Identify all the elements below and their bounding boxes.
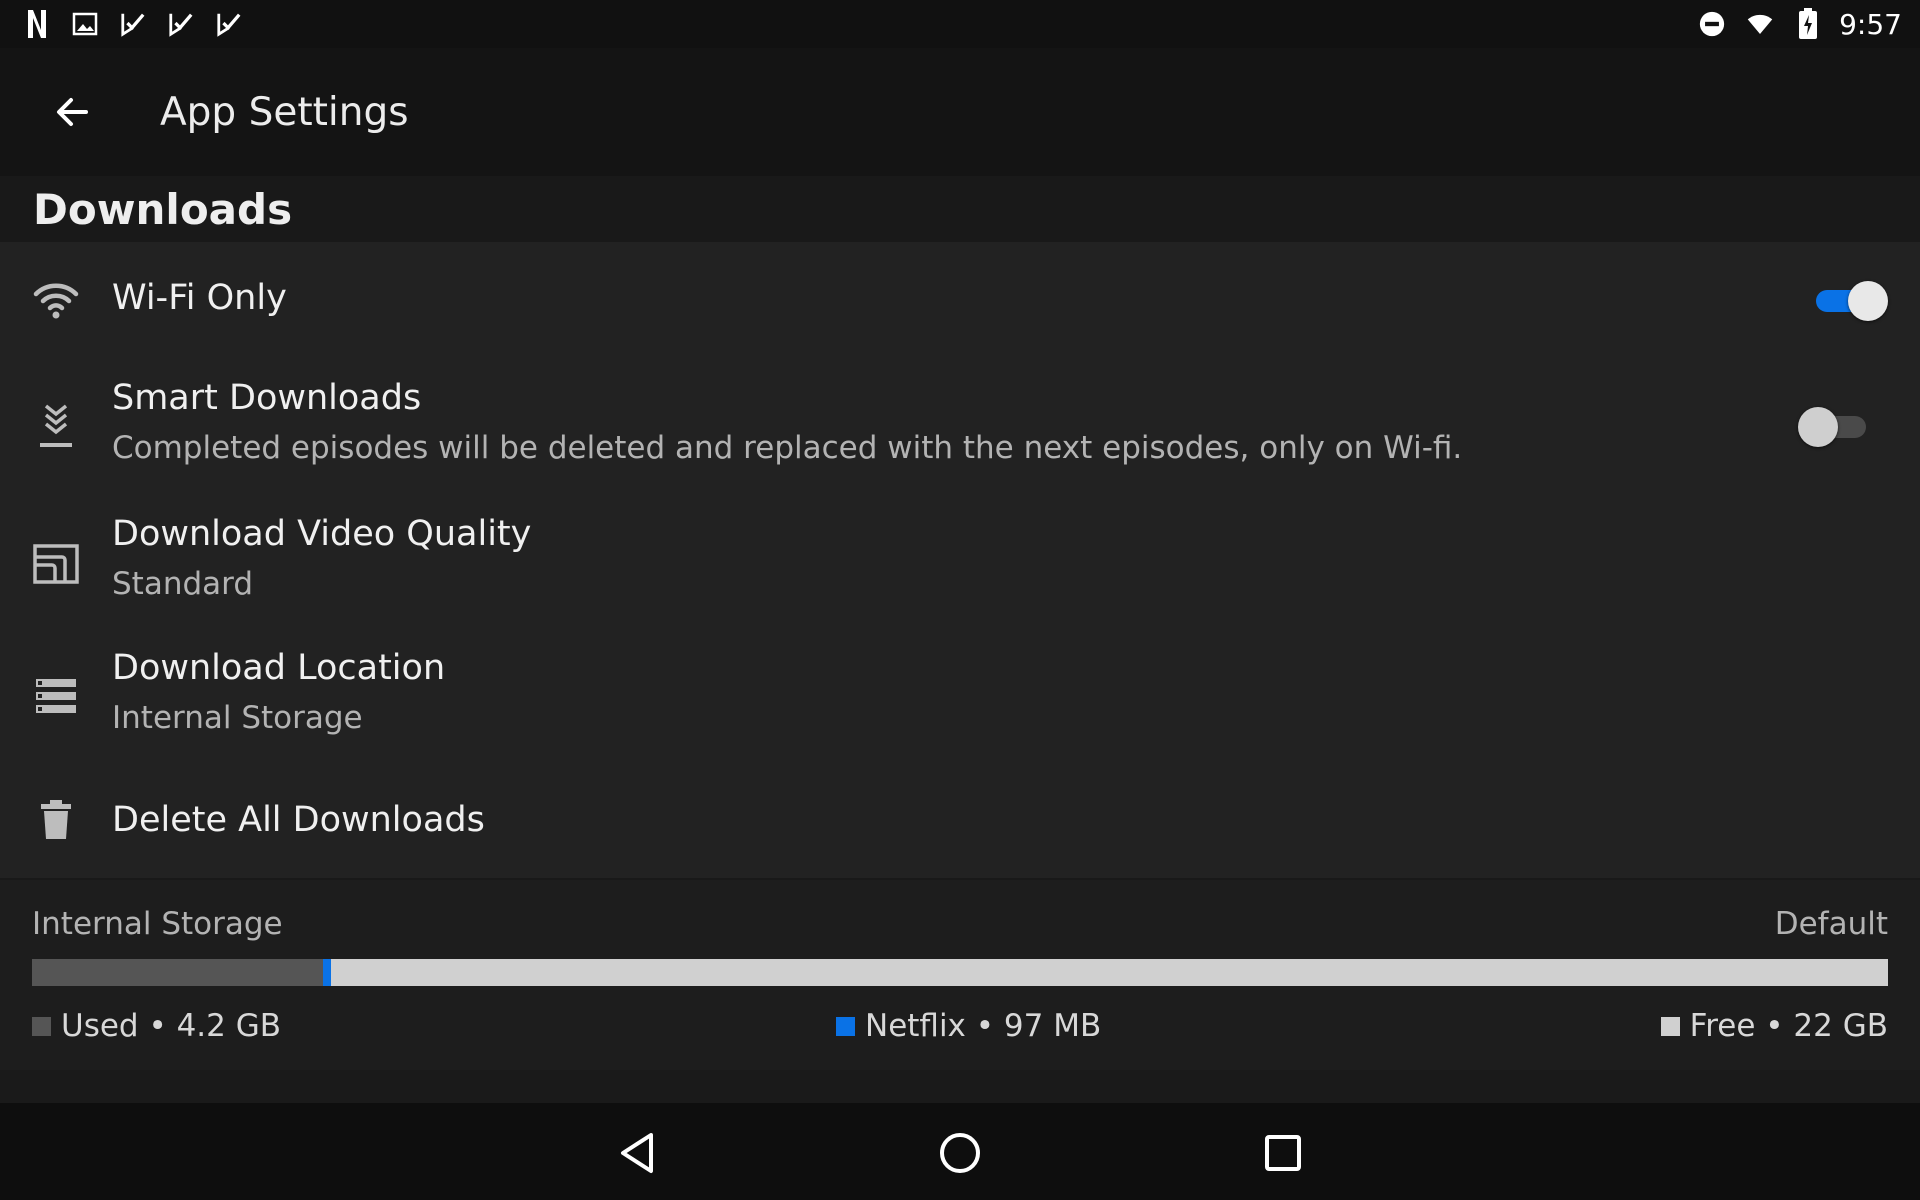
storage-bar-used (32, 959, 324, 986)
setting-wifi-only[interactable]: Wi-Fi Only (0, 242, 1920, 358)
play-store-check-icon (120, 11, 146, 37)
app-bar: App Settings (0, 48, 1920, 176)
status-left-icons (24, 0, 242, 48)
setting-title: Download Video Quality (112, 514, 532, 554)
battery-charging-icon (1795, 8, 1821, 39)
legend-used: Used • 4.2 GB (32, 1004, 281, 1048)
nav-home-button[interactable] (930, 1123, 990, 1183)
status-time: 9:57 (1839, 7, 1902, 41)
setting-download-location[interactable]: Download Location Internal Storage (0, 628, 1920, 762)
status-bar: 9:57 (0, 0, 1920, 48)
arrow-back-icon (57, 98, 88, 126)
storage-default-label: Default (1774, 906, 1888, 942)
system-nav-bar (0, 1103, 1920, 1200)
smart-download-icon (30, 400, 82, 452)
section-header-downloads: Downloads (0, 176, 1920, 242)
storage-usage-bar (32, 959, 1888, 986)
storage-bar-netflix (323, 959, 331, 986)
setting-subtitle: Internal Storage (112, 700, 363, 736)
setting-subtitle: Completed episodes will be deleted and r… (112, 430, 1463, 466)
wifi-icon (30, 274, 82, 326)
setting-title: Smart Downloads (112, 378, 422, 418)
nav-recents-icon (1265, 1135, 1301, 1171)
legend-used-text: Used • 4.2 GB (61, 1008, 282, 1044)
legend-netflix: Netflix • 97 MB (836, 1004, 1101, 1048)
legend-free: Free • 22 GB (1660, 1004, 1888, 1048)
wifi-icon (1747, 11, 1773, 37)
storage-panel: Internal Storage Default Used • 4.2 GB N… (0, 878, 1920, 1070)
legend-netflix-text: Netflix • 97 MB (865, 1008, 1102, 1044)
play-store-check-icon (168, 11, 194, 37)
smart-downloads-toggle[interactable] (1798, 404, 1870, 448)
back-button[interactable] (34, 74, 110, 150)
netflix-notification-icon (24, 10, 50, 38)
nav-home-icon (940, 1133, 980, 1173)
legend-free-text: Free • 22 GB (1689, 1008, 1888, 1044)
page-title: App Settings (160, 89, 409, 135)
storage-label: Internal Storage (32, 906, 283, 942)
setting-title: Wi-Fi Only (112, 278, 287, 318)
legend-free-swatch (1660, 1016, 1680, 1036)
setting-title: Download Location (112, 648, 446, 688)
do-not-disturb-icon (1699, 11, 1725, 37)
legend-netflix-swatch (836, 1016, 855, 1036)
status-right-icons: 9:57 (1699, 0, 1902, 48)
play-store-check-icon (216, 11, 242, 37)
setting-title: Delete All Downloads (112, 800, 485, 840)
nav-back-icon (621, 1133, 653, 1173)
video-quality-icon (30, 538, 82, 590)
legend-used-swatch (32, 1016, 51, 1036)
setting-subtitle: Standard (112, 566, 254, 602)
setting-smart-downloads[interactable]: Smart Downloads Completed episodes will … (0, 358, 1920, 494)
settings-list: Wi-Fi Only Smart Downloads Completed epi… (0, 242, 1920, 878)
trash-icon (30, 794, 82, 846)
wifi-only-toggle[interactable] (1812, 278, 1888, 322)
storage-icon (30, 670, 82, 722)
nav-recents-button[interactable] (1253, 1123, 1313, 1183)
setting-video-quality[interactable]: Download Video Quality Standard (0, 494, 1920, 628)
image-notification-icon (72, 11, 98, 37)
screen: 9:57 App Settings Downloads Wi-Fi Only S… (0, 0, 1920, 1200)
nav-back-button[interactable] (607, 1123, 667, 1183)
setting-delete-all[interactable]: Delete All Downloads (0, 762, 1920, 878)
